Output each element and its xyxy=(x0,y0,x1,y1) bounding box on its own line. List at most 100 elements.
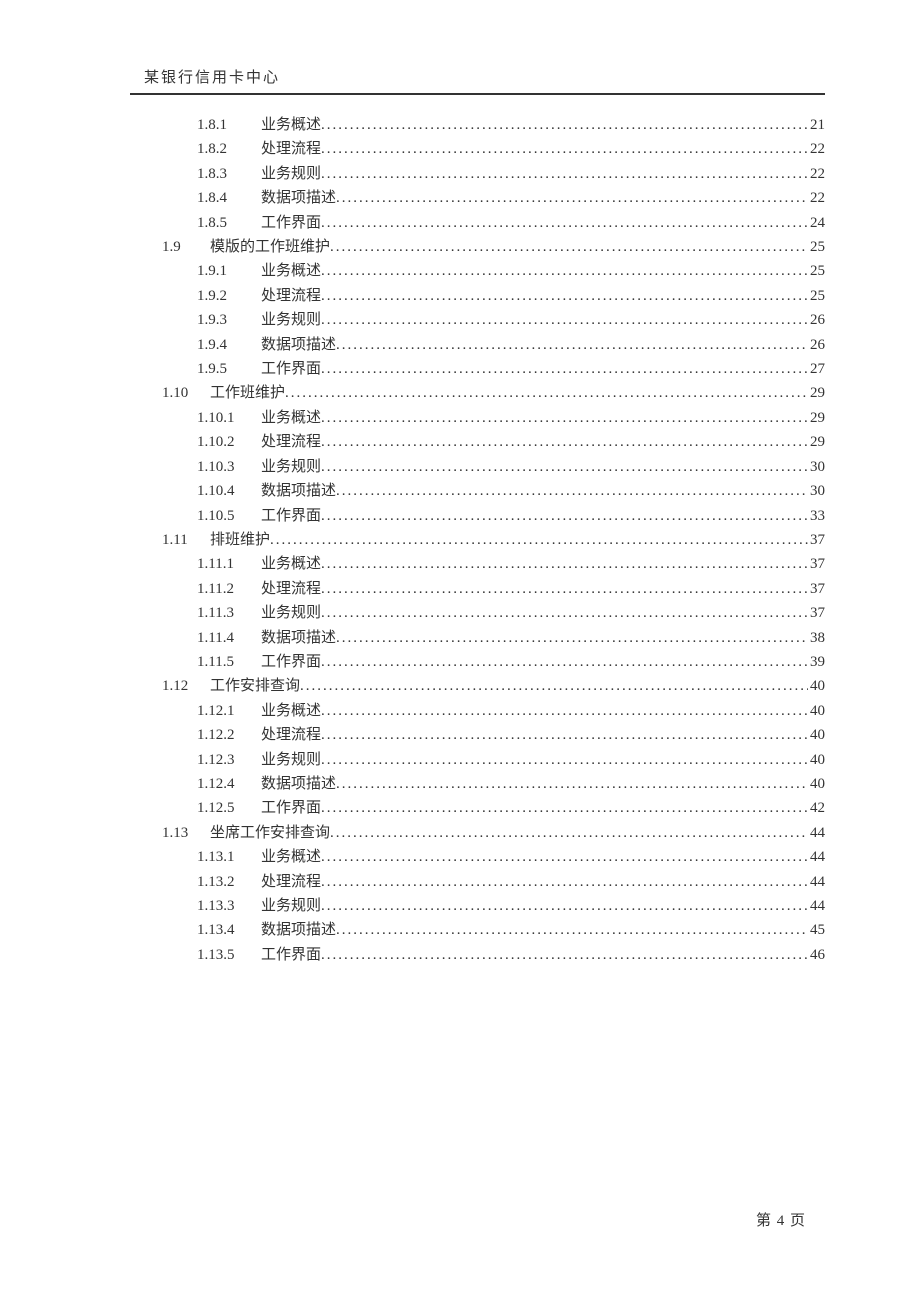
toc-entry: 1.8.5工作界面24 xyxy=(130,211,825,235)
toc-entry-title: 业务规则 xyxy=(261,162,321,186)
toc-entry: 1.13坐席工作安排查询 44 xyxy=(130,821,825,845)
toc-entry-number: 1.10.2 xyxy=(197,430,261,454)
toc-entry-number: 1.13.5 xyxy=(197,943,261,967)
toc-entry: 1.13.5工作界面46 xyxy=(130,943,825,967)
toc-entry: 1.8.4数据项描述22 xyxy=(130,186,825,210)
toc-entry-title: 业务概述 xyxy=(261,699,321,723)
toc-entry-page: 30 xyxy=(808,455,825,479)
toc-entry-title: 业务规则 xyxy=(261,601,321,625)
toc-leader-dots xyxy=(321,577,808,601)
toc-entry-title: 处理流程 xyxy=(261,870,321,894)
toc-entry-number: 1.9.3 xyxy=(197,308,261,332)
toc-entry: 1.12.4数据项描述40 xyxy=(130,772,825,796)
toc-leader-dots xyxy=(321,943,808,967)
toc-leader-dots xyxy=(321,504,808,528)
toc-entry: 1.12工作安排查询40 xyxy=(130,674,825,698)
toc-leader-dots xyxy=(285,381,808,405)
toc-leader-dots xyxy=(270,528,808,552)
toc-leader-dots xyxy=(321,308,808,332)
toc-leader-dots xyxy=(321,870,808,894)
toc-entry-title: 坐席工作安排查询 xyxy=(210,821,330,845)
toc-entry-number: 1.8.2 xyxy=(197,137,261,161)
toc-entry-page: 40 xyxy=(808,772,825,796)
toc-entry-page: 21 xyxy=(808,113,825,137)
toc-entry-number: 1.9.2 xyxy=(197,284,261,308)
toc-leader-dots xyxy=(321,748,808,772)
toc-entry: 1.10工作班维护29 xyxy=(130,381,825,405)
toc-entry: 1.12.5工作界面42 xyxy=(130,796,825,820)
toc-leader-dots xyxy=(321,455,808,479)
toc-leader-dots xyxy=(321,211,808,235)
toc-entry: 1.9.2处理流程25 xyxy=(130,284,825,308)
toc-leader-dots xyxy=(336,479,808,503)
toc-entry-page: 44 xyxy=(808,870,825,894)
toc-leader-dots xyxy=(330,235,808,259)
toc-entry-title: 业务概述 xyxy=(261,845,321,869)
toc-entry-page: 25 xyxy=(808,235,825,259)
toc-entry-number: 1.12.2 xyxy=(197,723,261,747)
toc-entry-page: 45 xyxy=(808,918,825,942)
toc-entry: 1.12.2处理流程40 xyxy=(130,723,825,747)
toc-entry-page: 30 xyxy=(808,479,825,503)
toc-leader-dots xyxy=(321,430,808,454)
toc-entry-number: 1.13.1 xyxy=(197,845,261,869)
toc-entry: 1.10.2处理流程29 xyxy=(130,430,825,454)
toc-entry-number: 1.12 xyxy=(162,674,210,698)
toc-leader-dots xyxy=(321,259,808,283)
toc-entry-number: 1.8.4 xyxy=(197,186,261,210)
toc-leader-dots xyxy=(330,821,808,845)
toc-entry-number: 1.11.3 xyxy=(197,601,261,625)
toc-entry-title: 数据项描述 xyxy=(261,333,336,357)
toc-entry-number: 1.12.3 xyxy=(197,748,261,772)
toc-entry-title: 工作班维护 xyxy=(210,381,285,405)
toc-entry-title: 模版的工作班维护 xyxy=(210,235,330,259)
toc-entry-page: 37 xyxy=(808,528,825,552)
page-content: 某银行信用卡中心 1.8.1业务概述211.8.2处理流程221.8.3业务规则… xyxy=(130,66,825,967)
toc-leader-dots xyxy=(321,406,808,430)
toc-entry-title: 工作界面 xyxy=(261,357,321,381)
toc-entry: 1.9.5工作界面27 xyxy=(130,357,825,381)
toc-entry: 1.9.3业务规则26 xyxy=(130,308,825,332)
toc-entry: 1.10.3业务规则30 xyxy=(130,455,825,479)
toc-entry-page: 22 xyxy=(808,186,825,210)
toc-entry: 1.11.5工作界面39 xyxy=(130,650,825,674)
toc-entry-number: 1.13.3 xyxy=(197,894,261,918)
toc-entry-number: 1.13 xyxy=(162,821,210,845)
toc-entry-title: 数据项描述 xyxy=(261,479,336,503)
toc-entry: 1.8.3业务规则22 xyxy=(130,162,825,186)
toc-entry-page: 37 xyxy=(808,552,825,576)
toc-entry-page: 44 xyxy=(808,821,825,845)
toc-entry-title: 业务规则 xyxy=(261,308,321,332)
toc-entry-title: 处理流程 xyxy=(261,723,321,747)
toc-entry-page: 37 xyxy=(808,577,825,601)
toc-leader-dots xyxy=(336,626,808,650)
toc-entry-number: 1.12.4 xyxy=(197,772,261,796)
toc-entry: 1.9.1业务概述25 xyxy=(130,259,825,283)
toc-entry-title: 业务规则 xyxy=(261,748,321,772)
toc-entry-number: 1.13.4 xyxy=(197,918,261,942)
toc-entry-number: 1.9 xyxy=(162,235,210,259)
toc-entry-page: 29 xyxy=(808,430,825,454)
toc-entry-page: 29 xyxy=(808,406,825,430)
toc-entry-page: 40 xyxy=(808,699,825,723)
toc-entry: 1.11.3业务规则37 xyxy=(130,601,825,625)
toc-entry-number: 1.9.5 xyxy=(197,357,261,381)
toc-entry: 1.11.4数据项描述38 xyxy=(130,626,825,650)
toc-entry: 1.11.1业务概述 37 xyxy=(130,552,825,576)
toc-entry-title: 工作界面 xyxy=(261,211,321,235)
toc-entry: 1.9模版的工作班维护 25 xyxy=(130,235,825,259)
toc-leader-dots xyxy=(336,918,808,942)
toc-entry-title: 业务概述 xyxy=(261,406,321,430)
toc-entry-number: 1.8.1 xyxy=(197,113,261,137)
toc-entry-title: 业务概述 xyxy=(261,552,321,576)
toc-entry-number: 1.9.4 xyxy=(197,333,261,357)
toc-leader-dots xyxy=(321,650,808,674)
toc-entry: 1.8.1业务概述 21 xyxy=(130,113,825,137)
toc-entry-title: 业务规则 xyxy=(261,894,321,918)
toc-entry-number: 1.9.1 xyxy=(197,259,261,283)
toc-leader-dots xyxy=(321,601,808,625)
toc-entry-title: 业务概述 xyxy=(261,113,321,137)
toc-entry-page: 25 xyxy=(808,284,825,308)
toc-entry: 1.12.1业务概述40 xyxy=(130,699,825,723)
toc-entry-number: 1.11.1 xyxy=(197,552,261,576)
